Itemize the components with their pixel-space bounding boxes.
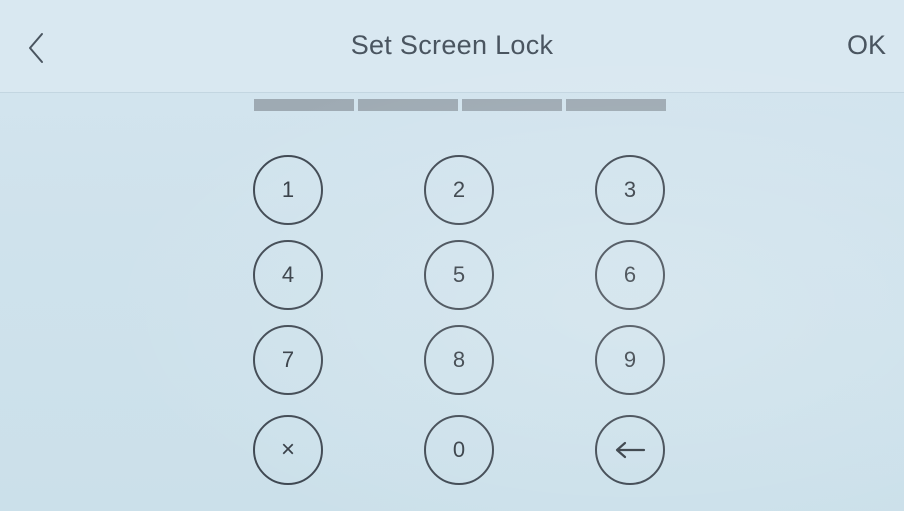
key-label: 6 <box>623 262 637 287</box>
key-2[interactable]: 2 <box>424 155 494 225</box>
key-5[interactable]: 5 <box>424 240 494 310</box>
pin-slot <box>462 99 562 111</box>
key-label: 9 <box>623 347 637 372</box>
key-1[interactable]: 1 <box>253 155 323 225</box>
ok-button[interactable]: OK <box>847 30 886 61</box>
pin-slot <box>254 99 354 111</box>
key-8[interactable]: 8 <box>424 325 494 395</box>
key-3[interactable]: 3 <box>595 155 665 225</box>
pin-slot <box>358 99 458 111</box>
key-label: 1 <box>281 177 295 202</box>
key-label: 3 <box>623 177 637 202</box>
key-7[interactable]: 7 <box>253 325 323 395</box>
screen-lock-screen: Set Screen Lock OK 1 2 3 4 5 6 7 8 9 × 0 <box>0 0 904 511</box>
pin-indicator <box>254 99 666 111</box>
key-0[interactable]: 0 <box>424 415 494 485</box>
page-title: Set Screen Lock <box>350 30 554 60</box>
pin-slot <box>566 99 666 111</box>
key-label: 0 <box>452 437 466 462</box>
key-label: 7 <box>281 347 295 372</box>
clear-button[interactable]: × <box>253 415 323 485</box>
key-9[interactable]: 9 <box>595 325 665 395</box>
header-bar: Set Screen Lock OK <box>0 0 904 93</box>
key-label: 4 <box>281 262 295 287</box>
key-4[interactable]: 4 <box>253 240 323 310</box>
key-label: 8 <box>452 347 466 372</box>
backspace-arrow-icon <box>615 441 646 459</box>
key-label: 2 <box>452 177 466 202</box>
clear-x-icon: × <box>280 436 295 463</box>
key-label: 5 <box>452 262 466 287</box>
backspace-button[interactable] <box>595 415 665 485</box>
key-6[interactable]: 6 <box>595 240 665 310</box>
